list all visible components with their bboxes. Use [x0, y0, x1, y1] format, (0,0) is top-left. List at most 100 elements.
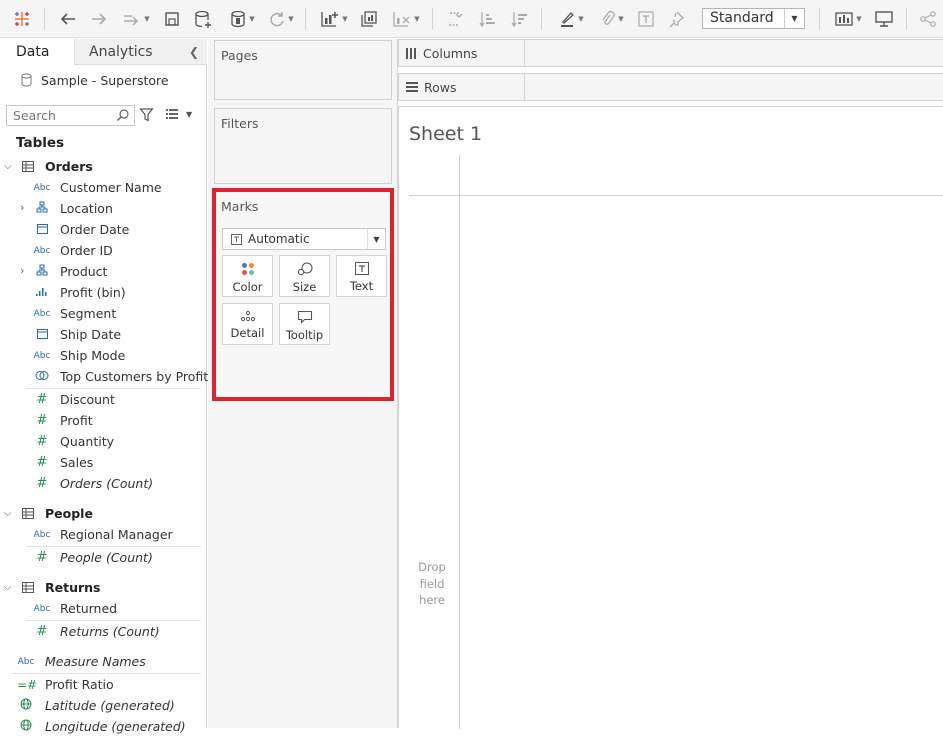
datasource-name: Sample - Superstore: [41, 72, 169, 88]
auto-update-icon[interactable]: ▼: [263, 7, 299, 31]
measure-icon: #: [36, 624, 48, 639]
pause-updates-icon[interactable]: ▼: [118, 7, 154, 31]
field-product[interactable]: › Product: [0, 261, 207, 282]
presentation-mode-icon[interactable]: [872, 7, 896, 31]
collapse-icon[interactable]: ⌵: [4, 582, 12, 593]
group-members-icon[interactable]: ▼: [594, 7, 630, 31]
data-pane: Data Analytics ❮ Sample - Superstore ▼ T…: [0, 39, 208, 734]
text-button[interactable]: Text: [336, 255, 387, 297]
show-cards-icon[interactable]: ▼: [830, 7, 866, 31]
toolbar-separator: [432, 8, 433, 30]
field-label: Product: [60, 264, 108, 279]
field-order-date[interactable]: Order Date: [0, 219, 207, 240]
field-profit-bin[interactable]: Profit (bin): [0, 282, 207, 303]
field-segment[interactable]: Abc Segment: [0, 303, 207, 324]
collapse-icon[interactable]: ⌵: [4, 161, 12, 172]
collapse-pane-icon[interactable]: ❮: [189, 39, 199, 65]
detail-button[interactable]: Detail: [222, 303, 273, 345]
highlight-icon[interactable]: ▼: [553, 7, 589, 31]
field-top-customers-set[interactable]: Top Customers by Profit: [0, 366, 208, 387]
tab-data[interactable]: Data: [0, 39, 74, 65]
field-ship-mode[interactable]: Abc Ship Mode: [0, 345, 207, 366]
new-worksheet-icon[interactable]: ▼: [316, 7, 352, 31]
table-orders[interactable]: ⌵ Orders: [0, 156, 207, 177]
sort-ascending-icon[interactable]: [475, 7, 499, 31]
drop-field-here[interactable]: Drop field here: [413, 559, 451, 609]
worksheet-canvas[interactable]: Sheet 1 Drop field here: [398, 106, 943, 729]
fit-select-value: Standard: [710, 10, 774, 26]
new-data-source-icon[interactable]: [190, 7, 216, 31]
expand-icon[interactable]: ›: [20, 201, 30, 214]
field-returned[interactable]: Abc Returned: [0, 598, 207, 619]
text-label: Text: [349, 279, 374, 293]
measure-icon: #: [36, 413, 48, 428]
database-icon: [21, 73, 32, 87]
field-profit-ratio[interactable]: =# Profit Ratio: [0, 674, 207, 695]
field-profit[interactable]: # Profit: [0, 410, 207, 431]
view-options[interactable]: ▼: [165, 108, 192, 120]
tooltip-button[interactable]: Tooltip: [279, 303, 330, 345]
search-input[interactable]: [7, 106, 107, 125]
redo-icon[interactable]: [87, 7, 111, 31]
field-discount[interactable]: # Discount: [0, 389, 207, 410]
string-icon: Abc: [33, 603, 51, 614]
field-order-id[interactable]: Abc Order ID: [0, 240, 207, 261]
datasource-item[interactable]: Sample - Superstore: [0, 68, 207, 92]
filters-card[interactable]: Filters: [214, 108, 392, 184]
share-icon[interactable]: [916, 7, 940, 31]
size-button[interactable]: Size: [279, 255, 330, 297]
undo-icon[interactable]: [56, 7, 80, 31]
field-label: Profit Ratio: [45, 677, 114, 692]
rows-shelf[interactable]: Rows: [398, 73, 943, 101]
field-ship-date[interactable]: Ship Date: [0, 324, 207, 345]
show-mark-labels-icon[interactable]: [634, 7, 658, 31]
detail-label: Detail: [230, 326, 265, 340]
tableau-logo-icon[interactable]: [10, 7, 34, 31]
field-measure-names[interactable]: Abc Measure Names: [0, 651, 207, 672]
table-icon: [22, 582, 34, 593]
table-returns[interactable]: ⌵ Returns: [0, 577, 207, 598]
chevron-down-icon: ▼: [186, 109, 193, 119]
field-label: Sales: [60, 455, 94, 470]
swap-rows-columns-icon[interactable]: [443, 7, 467, 31]
columns-shelf[interactable]: Columns: [398, 39, 943, 67]
marks-title: Marks: [221, 199, 259, 214]
refresh-data-source-icon[interactable]: ▼: [222, 7, 262, 31]
tab-analytics[interactable]: Analytics ❮: [74, 39, 207, 65]
save-icon[interactable]: [160, 7, 184, 31]
field-sales[interactable]: # Sales: [0, 452, 207, 473]
field-regional-manager[interactable]: Abc Regional Manager: [0, 524, 207, 545]
field-longitude[interactable]: Longitude (generated): [0, 716, 207, 737]
field-orders-count[interactable]: # Orders (Count): [0, 473, 207, 494]
sheet-title[interactable]: Sheet 1: [409, 123, 482, 145]
duplicate-sheet-icon[interactable]: [357, 7, 381, 31]
table-people[interactable]: ⌵ People: [0, 503, 207, 524]
field-people-count[interactable]: # People (Count): [0, 547, 207, 568]
field-returns-count[interactable]: # Returns (Count): [0, 621, 207, 642]
field-customer-name[interactable]: Abc Customer Name: [0, 177, 207, 198]
field-latitude[interactable]: Latitude (generated): [0, 695, 207, 716]
field-location[interactable]: › Location: [0, 198, 207, 219]
color-button[interactable]: Color: [222, 255, 273, 297]
mark-type-select[interactable]: Automatic ▼: [222, 228, 386, 250]
fit-select[interactable]: Standard ▼: [702, 8, 805, 29]
filter-icon[interactable]: [139, 107, 154, 123]
toolbar-separator: [906, 8, 907, 30]
side-tabs: Data Analytics ❮: [0, 39, 207, 65]
search-box: [6, 105, 135, 126]
string-icon: Abc: [33, 308, 51, 319]
pin-axes-icon[interactable]: [664, 7, 688, 31]
field-label: Latitude (generated): [45, 698, 175, 713]
sort-descending-icon[interactable]: [507, 7, 531, 31]
hierarchy-icon: [33, 201, 51, 216]
columns-shelf-header: Columns: [399, 40, 525, 66]
field-quantity[interactable]: # Quantity: [0, 431, 207, 452]
automatic-mark-icon: [231, 233, 242, 245]
expand-icon[interactable]: ›: [20, 264, 30, 277]
clear-sheet-icon[interactable]: ▼: [387, 7, 425, 31]
table-label: People: [45, 506, 93, 521]
collapse-icon[interactable]: ⌵: [4, 508, 12, 519]
field-label: Location: [60, 201, 113, 216]
pages-card[interactable]: Pages: [214, 40, 392, 100]
row-header-divider: [459, 155, 460, 729]
